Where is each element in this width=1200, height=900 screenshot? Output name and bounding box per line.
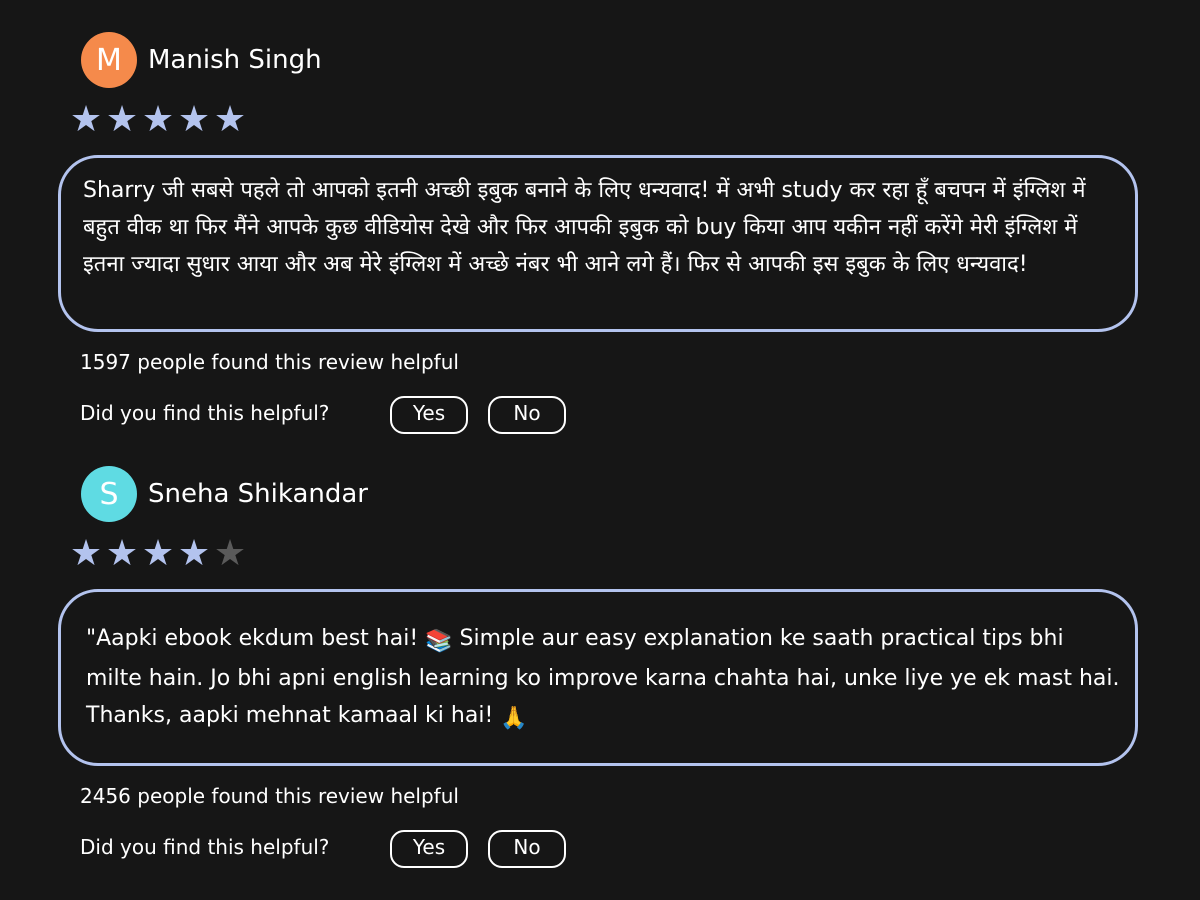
helpful-question: Did you find this helpful? (80, 401, 330, 425)
star-filled-icon: ★ (141, 533, 175, 574)
no-button[interactable]: No (488, 396, 566, 434)
helpful-feedback: Did you find this helpful? Yes No (80, 396, 680, 434)
star-filled-icon: ★ (105, 533, 139, 574)
review-text-part: "Aapki ebook ekdum best hai! (86, 626, 426, 651)
books-icon: 📚 (425, 629, 453, 654)
folded-hands-icon: 🙏 (500, 706, 528, 731)
star-filled-icon: ★ (141, 99, 175, 140)
review-text-box: Sharry जी सबसे पहले तो आपको इतनी अच्छी इ… (58, 155, 1138, 332)
reviewer-header: M Manish Singh (81, 32, 322, 88)
avatar: S (81, 466, 137, 522)
star-filled-icon: ★ (177, 533, 211, 574)
yes-button[interactable]: Yes (390, 396, 468, 434)
reviewer-name: Manish Singh (148, 45, 322, 75)
review-text: "Aapki ebook ekdum best hai! 📚 Simple au… (86, 620, 1121, 737)
star-filled-icon: ★ (177, 99, 211, 140)
star-filled-icon: ★ (213, 99, 247, 140)
reviewer-name: Sneha Shikandar (148, 479, 368, 509)
star-rating: ★ ★ ★ ★ ★ (68, 534, 248, 574)
no-button[interactable]: No (488, 830, 566, 868)
star-empty-icon: ★ (213, 533, 247, 574)
reviewer-header: S Sneha Shikandar (81, 466, 368, 522)
yes-button[interactable]: Yes (390, 830, 468, 868)
helpful-question: Did you find this helpful? (80, 835, 330, 859)
helpful-count: 1597 people found this review helpful (80, 350, 459, 374)
star-rating: ★ ★ ★ ★ ★ (68, 100, 248, 140)
review-text: Sharry जी सबसे पहले तो आपको इतनी अच्छी इ… (83, 178, 1086, 277)
star-filled-icon: ★ (105, 99, 139, 140)
review-text-box: "Aapki ebook ekdum best hai! 📚 Simple au… (58, 589, 1138, 766)
helpful-feedback: Did you find this helpful? Yes No (80, 830, 680, 868)
avatar: M (81, 32, 137, 88)
helpful-count: 2456 people found this review helpful (80, 784, 459, 808)
star-filled-icon: ★ (69, 99, 103, 140)
star-filled-icon: ★ (69, 533, 103, 574)
